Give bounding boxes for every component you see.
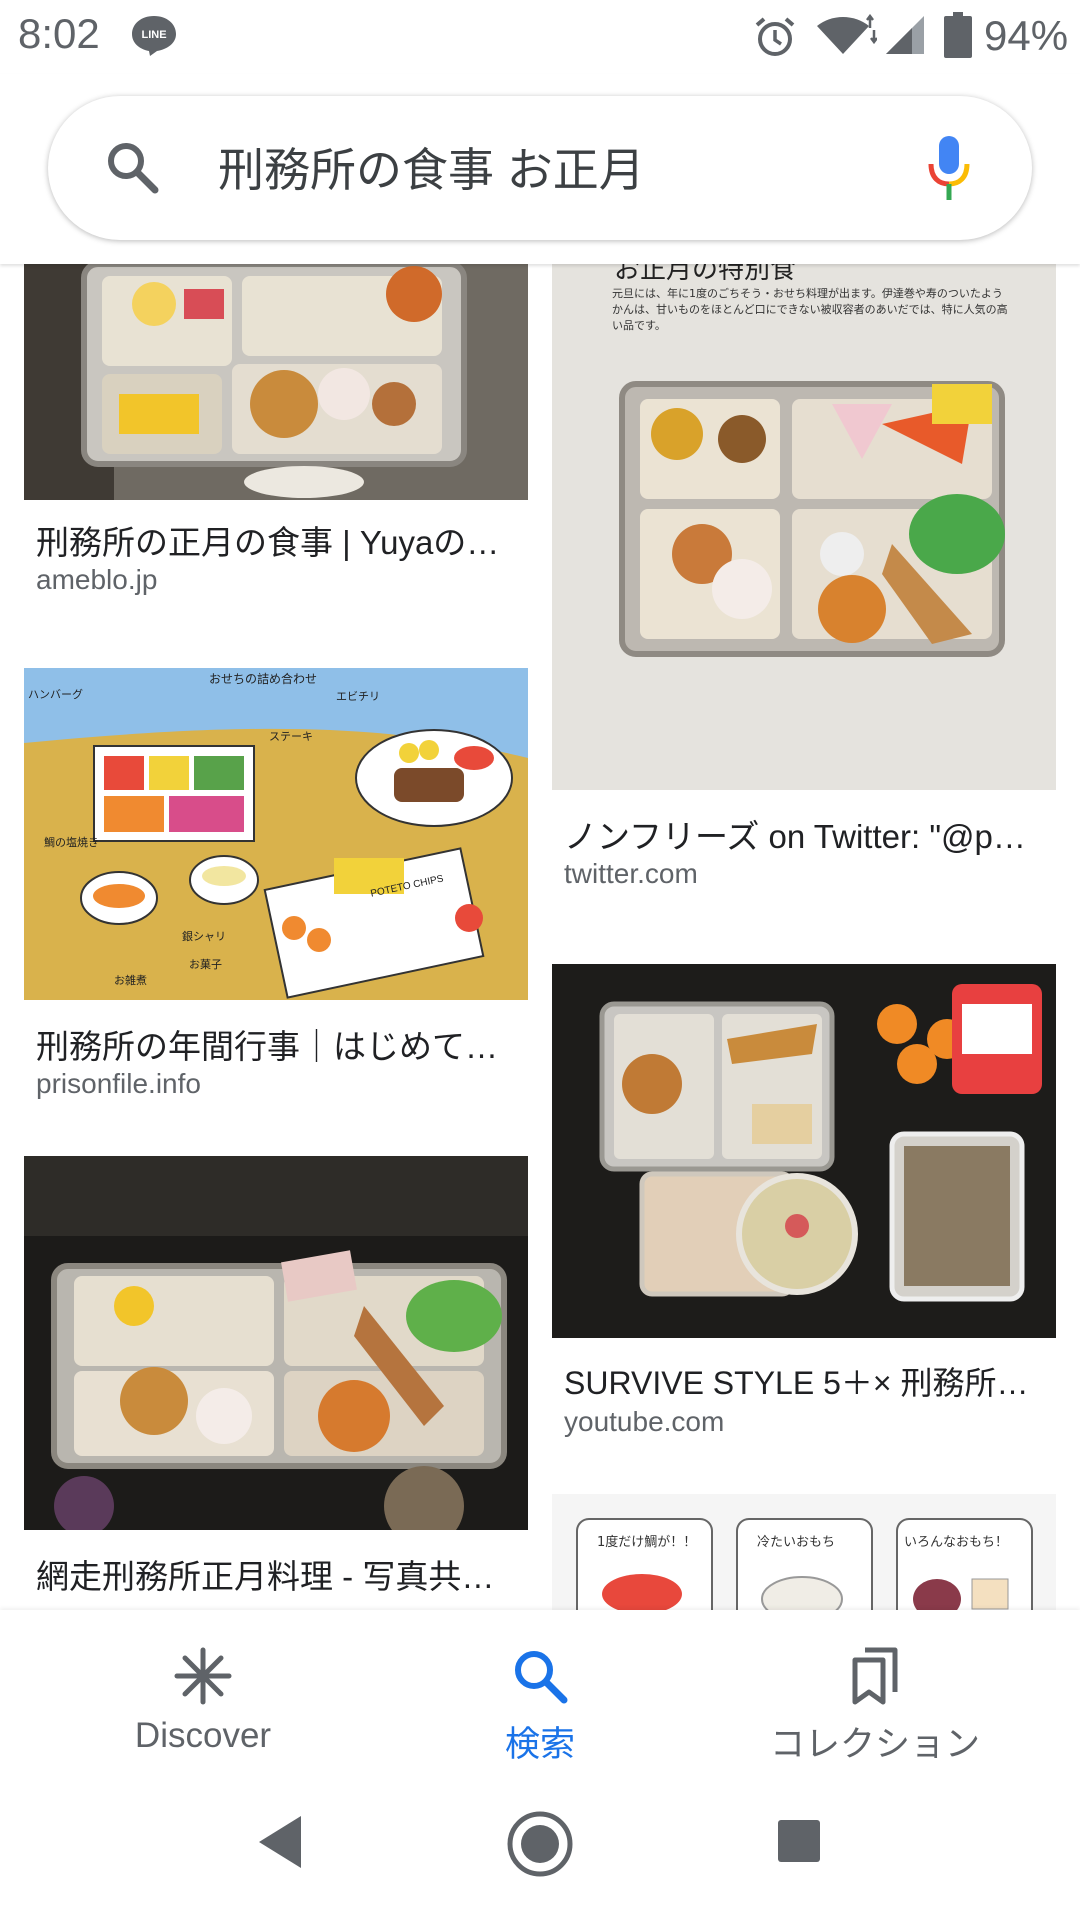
result-title[interactable]: 網走刑務所正月料理 - 写真共… bbox=[36, 1550, 516, 1598]
bento-photo bbox=[24, 1156, 528, 1530]
thumb-caption: 元旦には、年に1度のごちそう・おせち料理が出ます。伊達巻や寿のついたようかんは、… bbox=[612, 287, 1008, 332]
illus-label: おせちの詰め合わせ bbox=[209, 671, 317, 686]
result-title[interactable]: 刑務所の正月の食事 | Yuyaの… bbox=[36, 516, 516, 564]
illus-label: エビチリ bbox=[336, 690, 380, 703]
nav-label: Discover bbox=[134, 1716, 272, 1755]
result-source: prisonfile.info bbox=[36, 1068, 201, 1099]
result-thumbnail[interactable] bbox=[24, 1156, 528, 1530]
result-thumbnail[interactable] bbox=[24, 264, 528, 500]
battery-icon bbox=[944, 12, 972, 58]
line-icon: LINE bbox=[132, 16, 176, 56]
bottom-navigation: Discover 検索 コレクション bbox=[0, 1610, 1080, 1770]
result-source: ameblo.jp bbox=[36, 564, 158, 595]
result-card[interactable]: おせちの詰め合わせ ハンバーグ エビチリ ステーキ 鯛の塩焼き 銀シャリ お菓子… bbox=[24, 668, 528, 1099]
system-navigation-bar bbox=[0, 1770, 1080, 1920]
illus-label: お雑煮 bbox=[114, 973, 147, 987]
result-thumbnail[interactable]: 1度だけ鯛が！！ 冷たいおもち いろんなおもち！ bbox=[552, 1494, 1056, 1610]
result-title[interactable]: 刑務所の年間行事｜はじめて… bbox=[36, 1020, 516, 1068]
image-results-grid: 刑務所の正月の食事 | Yuyaの… ameblo.jp おせちの詰め合わせ ハ… bbox=[0, 264, 1080, 1610]
nav-discover[interactable]: Discover bbox=[53, 1610, 353, 1770]
search-area: 刑務所の食事 お正月 bbox=[0, 74, 1080, 264]
result-card[interactable]: お正月の特別食 元旦には、年に1度のごちそう・おせち料理が出ます。伊達巻や寿のつ… bbox=[552, 264, 1056, 889]
back-icon[interactable] bbox=[255, 1812, 305, 1872]
illustration: 1度だけ鯛が！！ 冷たいおもち いろんなおもち！ bbox=[552, 1494, 1056, 1610]
mic-icon[interactable] bbox=[926, 134, 972, 204]
search-query[interactable]: 刑務所の食事 お正月 bbox=[218, 134, 645, 200]
recents-icon[interactable] bbox=[776, 1818, 822, 1864]
illus-label: お菓子 bbox=[189, 958, 222, 971]
asterisk-icon bbox=[174, 1647, 232, 1705]
book-scan-photo: お正月の特別食 元旦には、年に1度のごちそう・おせち料理が出ます。伊達巻や寿のつ… bbox=[552, 264, 1056, 790]
signal-icon bbox=[886, 16, 924, 54]
result-title[interactable]: SURVIVE STYLE 5＋× 刑務所… bbox=[564, 1358, 1044, 1404]
nav-collections[interactable]: コレクション bbox=[725, 1610, 1025, 1770]
result-title[interactable]: ノンフリーズ on Twitter: "@p… bbox=[564, 810, 1044, 858]
status-time: 8:02 bbox=[18, 10, 100, 57]
status-bar: 8:02 LINE 94% bbox=[0, 0, 1080, 74]
illus-label: 銀シャリ bbox=[182, 929, 226, 943]
battery-percentage: 94% bbox=[984, 12, 1069, 59]
result-thumbnail[interactable] bbox=[552, 964, 1056, 1338]
result-source: twitter.com bbox=[564, 858, 698, 889]
illustration: おせちの詰め合わせ ハンバーグ エビチリ ステーキ 鯛の塩焼き 銀シャリ お菓子… bbox=[24, 668, 528, 1000]
wifi-icon bbox=[817, 14, 877, 54]
nav-label: 検索 bbox=[504, 1725, 575, 1764]
mochi-label: 冷たいおもち bbox=[757, 1535, 835, 1550]
result-thumbnail[interactable]: おせちの詰め合わせ ハンバーグ エビチリ ステーキ 鯛の塩焼き 銀シャリ お菓子… bbox=[24, 668, 528, 1000]
result-card[interactable]: 網走刑務所正月料理 - 写真共… bbox=[24, 1156, 528, 1610]
result-thumbnail[interactable]: お正月の特別食 元旦には、年に1度のごちそう・おせち料理が出ます。伊達巻や寿のつ… bbox=[552, 264, 1056, 790]
bento-photo bbox=[24, 264, 528, 500]
line-icon-label: LINE bbox=[141, 29, 166, 41]
result-source: youtube.com bbox=[564, 1406, 725, 1437]
illus-label: 鯛の塩焼き bbox=[44, 835, 99, 849]
bookmarks-icon bbox=[852, 1647, 898, 1705]
result-card[interactable]: 刑務所の正月の食事 | Yuyaの… ameblo.jp bbox=[24, 264, 528, 595]
result-card[interactable]: 1度だけ鯛が！！ 冷たいおもち いろんなおもち！ bbox=[552, 1494, 1056, 1610]
result-card[interactable]: SURVIVE STYLE 5＋× 刑務所… youtube.com bbox=[552, 964, 1056, 1437]
illus-label: ハンバーグ bbox=[28, 687, 83, 701]
search-box[interactable]: 刑務所の食事 お正月 bbox=[48, 96, 1032, 240]
mochi-label: いろんなおもち！ bbox=[904, 1535, 1008, 1550]
search-icon[interactable] bbox=[103, 138, 163, 198]
thumb-heading: お正月の特別食 bbox=[614, 264, 796, 285]
mochi-label: 1度だけ鯛が！！ bbox=[597, 1534, 696, 1550]
nav-search[interactable]: 検索 bbox=[390, 1610, 690, 1770]
home-icon[interactable] bbox=[506, 1810, 574, 1878]
nav-label: コレクション bbox=[769, 1725, 980, 1764]
search-icon bbox=[515, 1651, 568, 1704]
illus-label: ステーキ bbox=[269, 731, 313, 743]
meal-photo bbox=[552, 964, 1056, 1338]
alarm-icon bbox=[755, 17, 795, 56]
